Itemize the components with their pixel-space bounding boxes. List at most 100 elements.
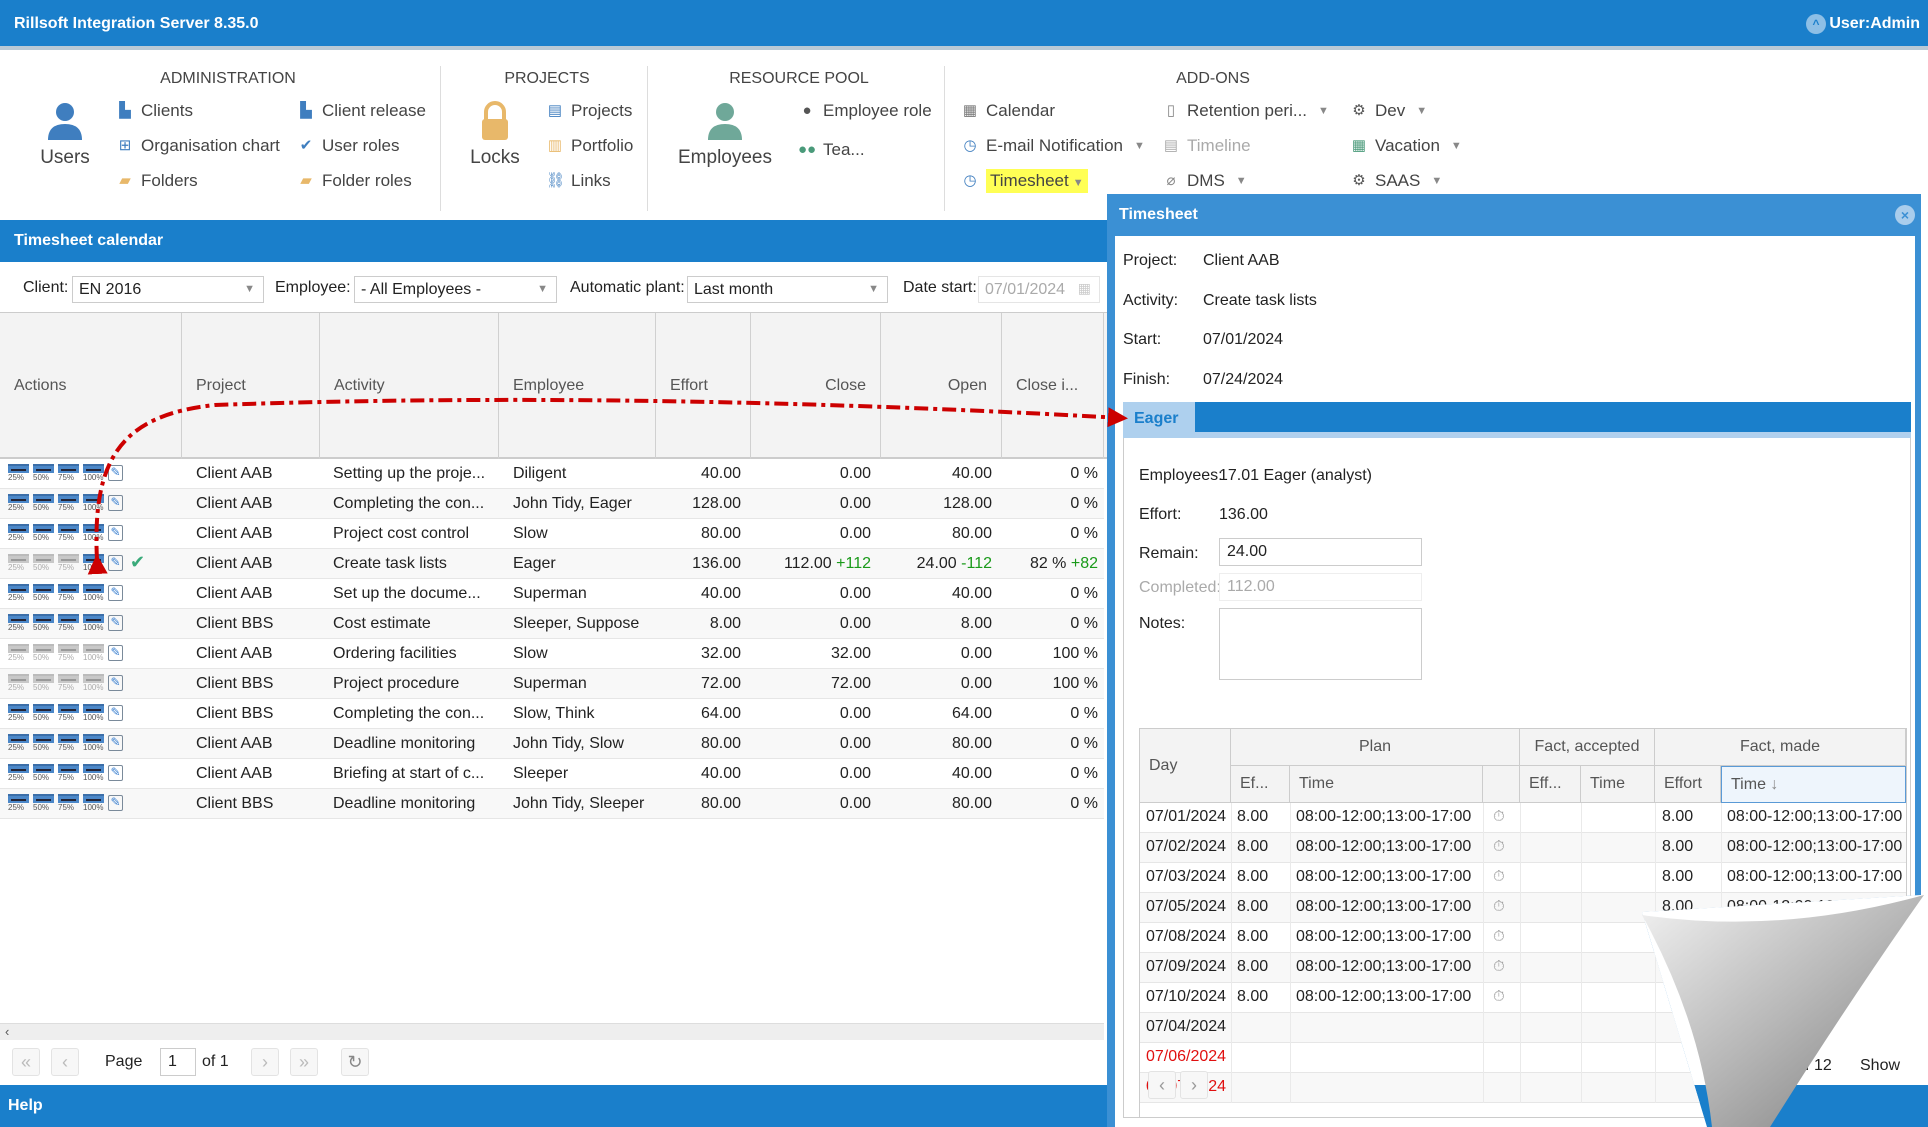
dropdown-arrow-icon[interactable]: ▼ — [1236, 175, 1247, 187]
progress-75-button[interactable]: 75% — [58, 704, 79, 723]
column-activity[interactable]: Activity — [320, 313, 499, 459]
employees-button[interactable]: Employees — [670, 100, 780, 169]
progress-50-button[interactable]: 50% — [33, 584, 54, 603]
progress-100-button[interactable]: 100% — [83, 584, 104, 603]
dropdown-arrow-icon[interactable]: ▼ — [1318, 105, 1329, 117]
progress-25-button[interactable]: 25% — [8, 614, 29, 633]
horizontal-scrollbar[interactable]: ‹ — [0, 1023, 1104, 1040]
table-row[interactable]: 25% 50% 75% 100% ✎ Client BBS Cost estimate Sle… — [0, 609, 1104, 639]
day-row[interactable]: 07/03/2024 8.00 08:00-12:00;13:00-17:00 ⏱ 8.… — [1140, 863, 1906, 893]
table-row[interactable]: 25% 50% 75% 100% ✎ Client BBS Deadline monitor… — [0, 789, 1104, 819]
day-row[interactable]: 07/09/2024 8.00 08:00-12:00;13:00-17:00 ⏱ — [1140, 953, 1906, 983]
table-row[interactable]: 25% 50% 75% 100% ✎ Client AAB Set up the docum… — [0, 579, 1104, 609]
progress-75-button[interactable]: 75% — [58, 554, 79, 573]
progress-50-button[interactable]: 50% — [33, 734, 54, 753]
stopwatch-play-icon[interactable]: ⏱ — [1493, 958, 1505, 975]
day-row[interactable]: 07/04/2024 — [1140, 1013, 1906, 1043]
progress-75-button[interactable]: 75% — [58, 524, 79, 543]
stopwatch-play-icon[interactable]: ⏱ — [1493, 808, 1505, 825]
retention-period-button[interactable]: ▯ Retention peri... ▼ — [1162, 101, 1329, 121]
progress-25-button[interactable]: 25% — [8, 734, 29, 753]
progress-25-button[interactable]: 25% — [8, 704, 29, 723]
progress-50-button[interactable]: 50% — [33, 464, 54, 483]
automatic-plant-select[interactable]: Last month ▼ — [687, 276, 888, 303]
progress-75-button[interactable]: 75% — [58, 674, 79, 693]
grid-prev-button[interactable]: ‹ — [1148, 1071, 1176, 1099]
day-row[interactable]: 07/02/2024 8.00 08:00-12:00;13:00-17:00 ⏱ 8.… — [1140, 833, 1906, 863]
edit-icon[interactable]: ✎ — [108, 765, 123, 781]
column-close[interactable]: Close — [751, 313, 881, 459]
table-row[interactable]: 25% 50% 75% 100% ✎ Client AAB Ordering facilit… — [0, 639, 1104, 669]
edit-icon[interactable]: ✎ — [108, 795, 123, 811]
dropdown-arrow-icon[interactable]: ▼ — [1451, 140, 1462, 152]
column-day[interactable]: Day — [1140, 729, 1231, 803]
calendar-button[interactable]: ▦ Calendar — [961, 101, 1055, 121]
progress-25-button[interactable]: 25% — [8, 794, 29, 813]
edit-icon[interactable]: ✎ — [108, 615, 123, 631]
employee-select[interactable]: - All Employees - ▼ — [354, 276, 557, 303]
column-accepted-time[interactable]: Time — [1581, 766, 1655, 803]
progress-100-button[interactable]: 100% — [83, 734, 104, 753]
progress-50-button[interactable]: 50% — [33, 524, 54, 543]
edit-icon[interactable]: ✎ — [108, 645, 123, 661]
column-plan-effort[interactable]: Ef... — [1231, 766, 1290, 803]
stopwatch-play-icon[interactable]: ⏱ — [1493, 988, 1505, 1005]
progress-50-button[interactable]: 50% — [33, 644, 54, 663]
dropdown-arrow-icon[interactable]: ▼ — [1134, 140, 1145, 152]
folders-button[interactable]: ▰ Folders — [116, 171, 197, 191]
column-accepted-effort[interactable]: Eff... — [1520, 766, 1581, 803]
edit-icon[interactable]: ✎ — [108, 675, 123, 691]
projects-button[interactable]: ▤ Projects — [546, 101, 633, 121]
notes-textarea[interactable] — [1219, 608, 1422, 680]
email-notification-button[interactable]: ◷ E-mail Notification ▼ — [961, 136, 1145, 156]
column-project[interactable]: Project — [182, 313, 320, 459]
table-row[interactable]: 25% 50% 75% 100% ✎ Client AAB Completing the c… — [0, 489, 1104, 519]
table-row[interactable]: 25% 50% 75% 100% ✎ Client AAB Deadline monitor… — [0, 729, 1104, 759]
day-row[interactable]: 07/10/2024 8.00 08:00-12:00;13:00-17:00 ⏱ — [1140, 983, 1906, 1013]
day-row[interactable]: 07/08/2024 8.00 08:00-12:00;13:00-17:00 ⏱ 8.… — [1140, 923, 1906, 953]
progress-50-button[interactable]: 50% — [33, 494, 54, 513]
column-close-in-percent[interactable]: Close i... — [1002, 313, 1104, 459]
column-actions[interactable]: Actions — [0, 313, 182, 459]
table-row[interactable]: 25% 50% 75% 100% ✎ Client BBS Completing the c… — [0, 699, 1104, 729]
progress-25-button[interactable]: 25% — [8, 584, 29, 603]
tab-eager[interactable]: Eager — [1123, 402, 1195, 438]
table-row[interactable]: 25% 50% 75% 100% ✎ Client AAB Briefing at star… — [0, 759, 1104, 789]
calendar-icon[interactable]: ▦ — [1078, 280, 1091, 297]
progress-100-button[interactable]: 100% — [83, 764, 104, 783]
progress-50-button[interactable]: 50% — [33, 764, 54, 783]
edit-icon[interactable]: ✎ — [108, 705, 123, 721]
page-input[interactable]: 1 — [160, 1048, 196, 1076]
table-row[interactable]: 25% 50% 75% 100% ✎ Client AAB Setting up the p… — [0, 459, 1104, 489]
date-start-input[interactable]: 07/01/2024 ▦ — [978, 276, 1100, 303]
progress-100-button[interactable]: 100% — [83, 644, 104, 663]
column-made-time[interactable]: Time ↓ — [1721, 766, 1906, 803]
progress-50-button[interactable]: 50% — [33, 614, 54, 633]
progress-25-button[interactable]: 25% — [8, 674, 29, 693]
stopwatch-play-icon[interactable]: ⏱ — [1493, 898, 1505, 915]
timesheet-button[interactable]: ◷ Timesheet ▼ — [961, 169, 1088, 193]
next-page-button[interactable]: › — [251, 1048, 279, 1076]
portfolio-button[interactable]: ▥ Portfolio — [546, 136, 633, 156]
day-row[interactable]: 07/05/2024 8.00 08:00-12:00;13:00-17:00 ⏱ 8.… — [1140, 893, 1906, 923]
first-page-button[interactable]: « — [12, 1048, 40, 1076]
edit-icon[interactable]: ✎ — [108, 495, 123, 511]
table-row[interactable]: 25% 50% 75% 100% ✎ Client BBS Project procedur… — [0, 669, 1104, 699]
edit-icon[interactable]: ✎ — [108, 585, 123, 601]
users-button[interactable]: Users — [40, 100, 90, 169]
progress-100-button[interactable]: 100% — [83, 674, 104, 693]
close-icon[interactable]: × — [1895, 205, 1915, 225]
progress-25-button[interactable]: 25% — [8, 524, 29, 543]
links-button[interactable]: ⛓ Links — [546, 171, 611, 191]
locks-button[interactable]: Locks — [465, 100, 525, 169]
saas-button[interactable]: ⚙ SAAS ▼ — [1350, 171, 1442, 191]
progress-25-button[interactable]: 25% — [8, 494, 29, 513]
progress-100-button[interactable]: 100% — [83, 704, 104, 723]
stopwatch-play-icon[interactable]: ⏱ — [1493, 928, 1505, 945]
user-menu[interactable]: User:Admin — [1829, 15, 1920, 33]
progress-75-button[interactable]: 75% — [58, 614, 79, 633]
table-row[interactable]: 25% 50% 75% 100% ✎ Client AAB Project cost con… — [0, 519, 1104, 549]
dev-button[interactable]: ⚙ Dev ▼ — [1350, 101, 1427, 121]
progress-75-button[interactable]: 75% — [58, 734, 79, 753]
progress-25-button[interactable]: 25% — [8, 554, 29, 573]
